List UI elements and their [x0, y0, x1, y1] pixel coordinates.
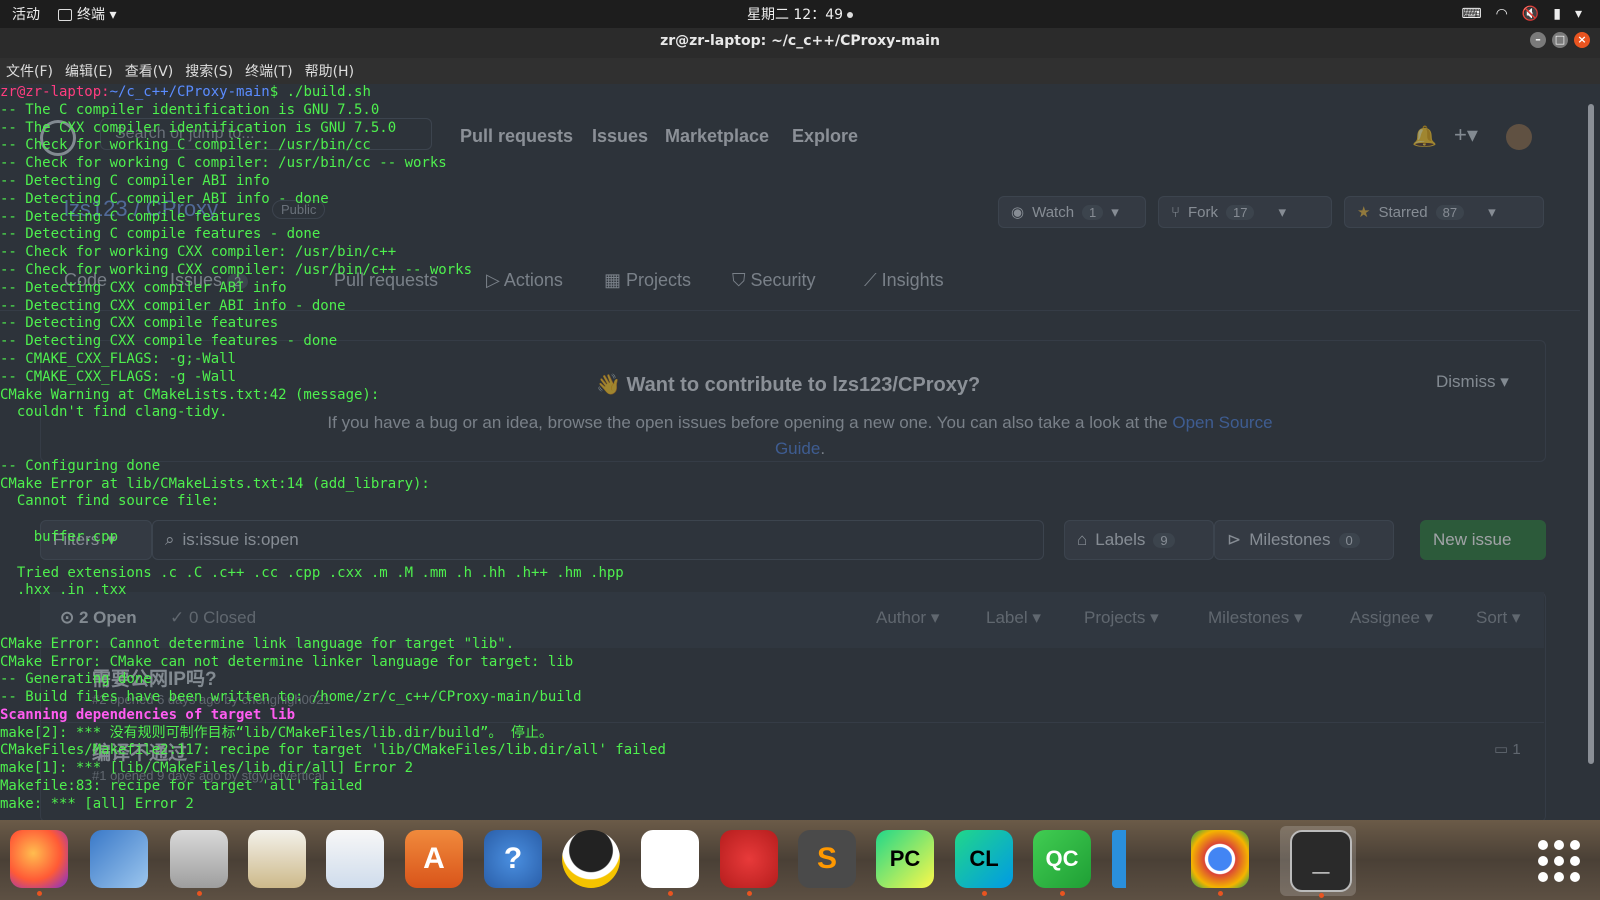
build-output: -- The C compiler identification is GNU … [0, 101, 624, 706]
volume-muted-icon[interactable]: 🔇 [1522, 6, 1539, 22]
scanning-line: Scanning dependencies of target lib [0, 706, 296, 723]
maximize-button[interactable]: □ [1552, 32, 1568, 48]
app-name-label: 终端 [77, 7, 105, 23]
battery-icon[interactable]: ▮ [1553, 6, 1561, 22]
notification-dot-icon [847, 12, 854, 18]
files-icon[interactable] [170, 830, 228, 896]
running-indicator [1319, 893, 1324, 898]
qq-icon[interactable] [562, 830, 620, 888]
terminal-scrollbar[interactable] [1588, 84, 1594, 820]
sublime-text-icon[interactable]: S [798, 830, 856, 888]
menu-edit[interactable]: 编辑(E) [65, 61, 113, 81]
running-indicator [37, 891, 42, 896]
keyboard-icon[interactable]: ⌨ [1461, 6, 1481, 22]
firefox-icon[interactable] [10, 830, 68, 896]
ubuntu-dock: A? S PC CL QC _ [0, 820, 1600, 900]
libreoffice-writer-icon[interactable] [326, 830, 384, 888]
terminal-area[interactable]: Search or jump to... Pull requests Issue… [0, 84, 1600, 820]
terminal-output[interactable]: zr@zr-laptop:~/c_c++/CProxy-main$ ./buil… [0, 84, 1580, 814]
running-indicator [1218, 891, 1223, 896]
running-indicator [982, 891, 987, 896]
chrome-icon[interactable] [1191, 830, 1249, 896]
help-icon[interactable]: ? [484, 830, 542, 888]
netease-music-icon[interactable] [720, 830, 778, 896]
terminal-menu-bar: 文件(F) 编辑(E) 查看(V) 搜索(S) 终端(T) 帮助(H) [0, 58, 1600, 84]
show-applications-button[interactable] [1538, 840, 1580, 882]
menu-terminal[interactable]: 终端(T) [245, 61, 292, 81]
menu-search[interactable]: 搜索(S) [185, 61, 233, 81]
window-title: zr@zr-laptop: ~/c_c++/CProxy-main [660, 33, 940, 49]
clion-icon[interactable]: CL [955, 830, 1013, 896]
running-indicator [1060, 891, 1065, 896]
pycharm-icon[interactable]: PC [876, 830, 934, 888]
running-indicator [747, 891, 752, 896]
scrollbar-thumb[interactable] [1588, 104, 1594, 764]
system-menu-chevron-icon[interactable]: ▾ [1575, 6, 1582, 22]
menu-view[interactable]: 查看(V) [125, 61, 174, 81]
make-error-output: make[2]: *** 没有规则可制作目标“lib/CMakeFiles/li… [0, 724, 666, 812]
prompt-line: zr@zr-laptop:~/c_c++/CProxy-main$ ./buil… [0, 84, 371, 100]
clock[interactable]: 星期二 12：49 [747, 4, 854, 24]
baidu-netdisk-icon[interactable] [641, 830, 699, 896]
terminal-small-icon [58, 9, 72, 21]
menu-help[interactable]: 帮助(H) [305, 61, 354, 81]
window-titlebar: zr@zr-laptop: ~/c_c++/CProxy-main – □ × [0, 28, 1600, 58]
software-center-icon[interactable]: A [405, 830, 463, 888]
terminal-icon[interactable]: _ [1290, 830, 1352, 898]
activities-button[interactable]: 活动 [12, 4, 40, 24]
minimize-button[interactable]: – [1530, 32, 1546, 48]
vscode-icon[interactable] [1112, 830, 1184, 888]
menu-file[interactable]: 文件(F) [6, 61, 53, 81]
close-button[interactable]: × [1574, 32, 1590, 48]
wifi-icon[interactable]: ◠ [1496, 6, 1508, 22]
app-menu-button[interactable]: 终端 ▾ [58, 4, 116, 24]
rhythmbox-icon[interactable] [248, 830, 306, 888]
thunderbird-icon[interactable] [90, 830, 148, 888]
running-indicator [197, 891, 202, 896]
qq-cloud-icon[interactable]: QC [1033, 830, 1091, 896]
system-top-bar: 活动 终端 ▾ 星期二 12：49 ⌨ ◠ 🔇 ▮ ▾ [0, 0, 1600, 28]
running-indicator [668, 891, 673, 896]
